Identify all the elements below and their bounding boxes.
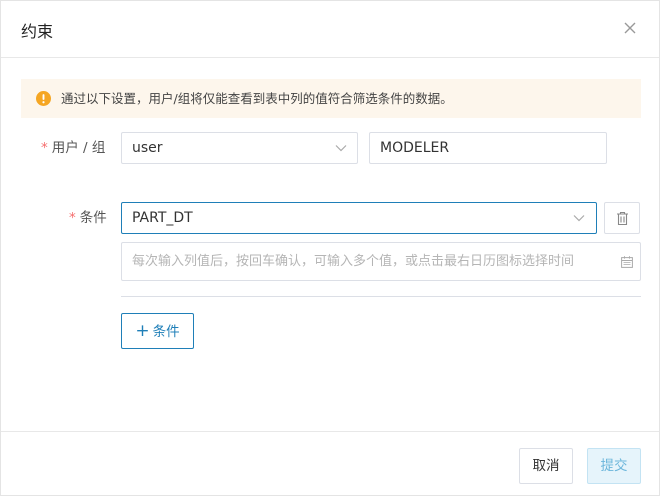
trash-icon bbox=[617, 211, 628, 226]
footer-divider bbox=[1, 431, 659, 432]
condition-column-select[interactable]: PART_DT bbox=[121, 202, 597, 234]
plus-icon: + bbox=[135, 321, 150, 341]
dialog-title: 约束 bbox=[21, 22, 54, 41]
close-icon[interactable] bbox=[623, 21, 637, 35]
alert-text: 通过以下设置，用户/组将仅能查看到表中列的值符合筛选条件的数据。 bbox=[61, 91, 453, 106]
condition-label-text: 条件 bbox=[79, 210, 107, 226]
add-condition-label: 条件 bbox=[152, 324, 180, 340]
condition-divider bbox=[121, 296, 641, 297]
condition-values-placeholder: 每次输入列值后，按回车确认，可输入多个值，或点击最右日历图标选择时间 bbox=[132, 254, 575, 269]
delete-condition-button[interactable] bbox=[604, 202, 640, 234]
constraint-dialog: 约束 通过以下设置，用户/组将仅能查看到表中列的值符合筛选条件的数据。 * 用户 … bbox=[0, 0, 660, 496]
add-condition-button[interactable]: + 条件 bbox=[121, 313, 194, 349]
user-name-select[interactable]: MODELER bbox=[369, 132, 607, 164]
condition-column-value: PART_DT bbox=[132, 210, 193, 226]
cancel-button[interactable]: 取消 bbox=[519, 448, 573, 484]
submit-button[interactable]: 提交 bbox=[587, 448, 641, 484]
required-mark: * bbox=[41, 140, 48, 156]
dialog-header: 约束 bbox=[1, 1, 659, 58]
user-type-value: user bbox=[132, 140, 163, 156]
user-name-value: MODELER bbox=[380, 140, 450, 156]
user-group-label: * 用户 / 组 bbox=[41, 138, 105, 158]
calendar-icon[interactable] bbox=[621, 256, 633, 268]
info-alert: 通过以下设置，用户/组将仅能查看到表中列的值符合筛选条件的数据。 bbox=[21, 79, 641, 118]
required-mark: * bbox=[69, 210, 76, 226]
chevron-down-icon bbox=[335, 145, 347, 152]
user-group-label-text: 用户 / 组 bbox=[51, 140, 106, 156]
warning-icon bbox=[36, 91, 51, 106]
condition-values-input[interactable]: 每次输入列值后，按回车确认，可输入多个值，或点击最右日历图标选择时间 bbox=[121, 242, 641, 281]
chevron-down-icon bbox=[573, 215, 585, 222]
user-type-select[interactable]: user bbox=[121, 132, 358, 164]
condition-label: * 条件 bbox=[69, 208, 107, 228]
